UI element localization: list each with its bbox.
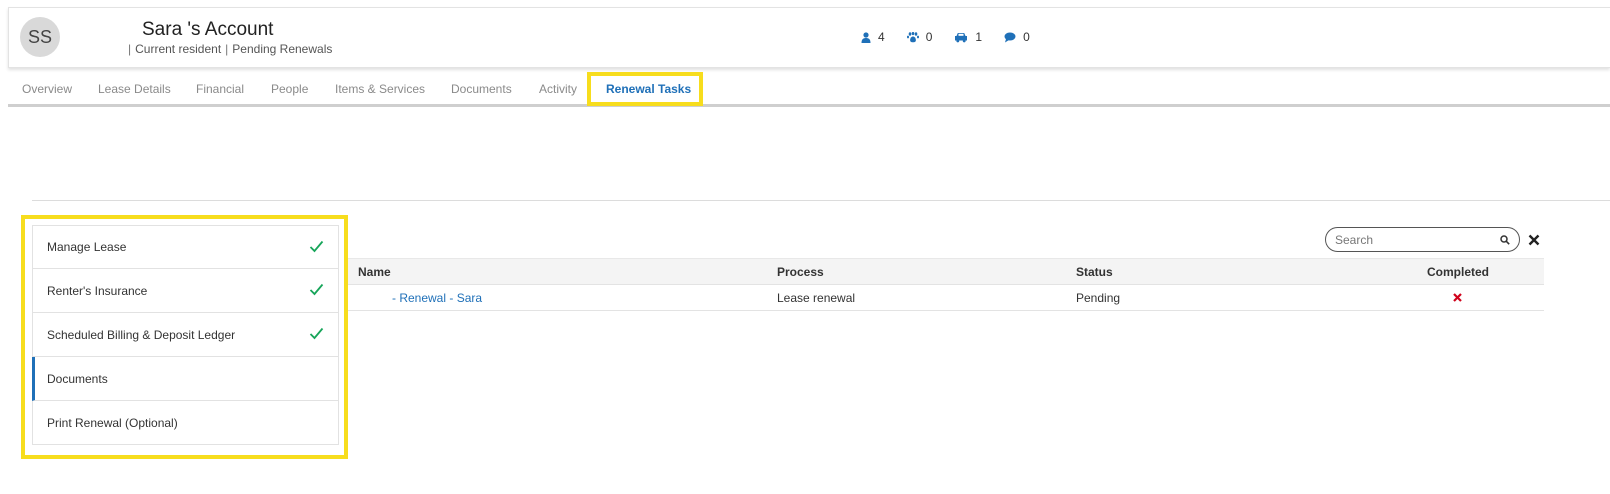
account-counts: 4 0 1 0 xyxy=(861,30,1052,44)
tab-highlight xyxy=(587,72,703,106)
tab-activity[interactable]: Activity xyxy=(539,74,577,104)
account-header: SS Sara 's Account | Current resident | Pen… xyxy=(8,7,1610,68)
tab-people[interactable]: People xyxy=(271,74,308,104)
search-box xyxy=(1325,227,1520,252)
people-count[interactable]: 4 xyxy=(861,30,885,44)
tab-overview[interactable]: Overview xyxy=(22,74,72,104)
column-header-name[interactable]: Name xyxy=(358,259,391,284)
avatar: SS xyxy=(20,17,60,57)
tab-lease-details[interactable]: Lease Details xyxy=(98,74,171,104)
tab-documents[interactable]: Documents xyxy=(451,74,512,104)
renewal-table: Name Process Status Completed - Renewal … xyxy=(348,258,1544,311)
column-header-status[interactable]: Status xyxy=(1076,259,1113,284)
tab-financial[interactable]: Financial xyxy=(196,74,244,104)
completed-cell xyxy=(1453,285,1462,310)
vehicle-count[interactable]: 1 xyxy=(954,30,982,44)
table-row: - Renewal - Sara Lease renewal Pending xyxy=(348,285,1544,311)
task-list-highlight xyxy=(21,215,348,459)
message-count[interactable]: 0 xyxy=(1004,30,1030,44)
column-header-completed[interactable]: Completed xyxy=(1427,259,1489,284)
tab-items-services[interactable]: Items & Services xyxy=(335,74,425,104)
tab-bar: Overview Lease Details Financial People … xyxy=(8,74,1610,107)
account-title: Sara 's Account xyxy=(142,19,274,40)
section-divider xyxy=(32,200,1610,201)
process-cell: Lease renewal xyxy=(777,290,856,305)
cross-icon xyxy=(1453,293,1462,302)
resident-status: Current resident xyxy=(135,42,222,56)
account-subtitle: | Current resident | Pending Renewals xyxy=(124,42,332,56)
search-input[interactable] xyxy=(1335,232,1495,247)
paw-icon xyxy=(906,31,919,42)
status-cell: Pending xyxy=(1076,290,1121,305)
renewal-stage: Pending Renewals xyxy=(232,42,333,56)
separator: | xyxy=(225,42,229,56)
pet-count[interactable]: 0 xyxy=(906,30,932,44)
close-icon[interactable] xyxy=(1528,234,1540,246)
column-header-process[interactable]: Process xyxy=(777,259,824,284)
car-icon xyxy=(955,32,968,42)
renewal-name-link[interactable]: - Renewal - Sara xyxy=(392,285,482,310)
people-icon xyxy=(861,31,871,43)
separator: | xyxy=(128,42,132,56)
table-header: Name Process Status Completed xyxy=(348,258,1544,285)
search-icon[interactable] xyxy=(1500,235,1510,245)
comment-icon xyxy=(1004,32,1016,42)
